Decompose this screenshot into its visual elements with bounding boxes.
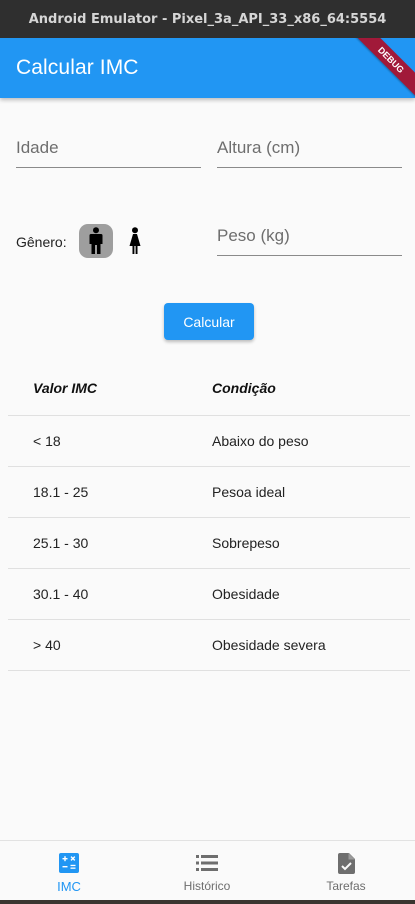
table-cell-valor: 25.1 - 30 — [33, 535, 89, 551]
female-icon — [129, 227, 141, 254]
genero-label: Gênero: — [16, 234, 67, 250]
table-header: Valor IMC Condição — [8, 360, 410, 416]
nav-item-historico[interactable]: Histórico — [138, 841, 276, 900]
header-condicao: Condição — [212, 380, 276, 396]
bottom-navigation: IMC Histórico Tarefas — [0, 840, 415, 900]
idade-input[interactable] — [16, 128, 201, 167]
altura-field[interactable] — [217, 128, 402, 168]
peso-field[interactable] — [217, 216, 402, 256]
table-cell-condicao: Pesoa ideal — [212, 484, 286, 500]
app-bar: Calcular IMC DEBUG — [0, 38, 415, 102]
nav-item-tarefas[interactable]: Tarefas — [277, 841, 415, 900]
header-valor-imc: Valor IMC — [33, 380, 98, 396]
table-cell-condicao: Obesidade severa — [212, 637, 326, 653]
male-gender-button[interactable] — [79, 224, 113, 258]
list-icon — [196, 852, 218, 874]
window-bottom-edge — [0, 900, 415, 904]
imc-table: Valor IMC Condição < 18 Abaixo do peso 1… — [8, 360, 410, 671]
calculator-icon — [59, 852, 79, 874]
table-cell-condicao: Abaixo do peso — [212, 433, 309, 449]
page-title: Calcular IMC — [16, 56, 139, 79]
window-title: Android Emulator - Pixel_3a_API_33_x86_6… — [28, 11, 387, 27]
table-row: 18.1 - 25 Pesoa ideal — [8, 467, 410, 518]
table-row: < 18 Abaixo do peso — [8, 416, 410, 467]
nav-label-historico: Histórico — [183, 879, 231, 893]
peso-input[interactable] — [217, 216, 402, 255]
app-screen: Calcular IMC DEBUG Gênero: Calcular Valo… — [0, 38, 415, 900]
nav-item-imc[interactable]: IMC — [0, 841, 138, 900]
table-cell-condicao: Sobrepeso — [212, 535, 280, 551]
window-titlebar: Android Emulator - Pixel_3a_API_33_x86_6… — [0, 0, 415, 38]
calcular-button[interactable]: Calcular — [164, 303, 254, 340]
nav-label-imc: IMC — [57, 879, 81, 894]
male-icon — [89, 227, 103, 254]
table-cell-valor: 18.1 - 25 — [33, 484, 89, 500]
table-cell-valor: < 18 — [33, 433, 61, 449]
table-row: 25.1 - 30 Sobrepeso — [8, 518, 410, 569]
table-row: > 40 Obesidade severa — [8, 620, 410, 671]
table-cell-condicao: Obesidade — [212, 586, 280, 602]
table-row: 30.1 - 40 Obesidade — [8, 569, 410, 620]
nav-label-tarefas: Tarefas — [326, 879, 366, 893]
task-document-icon — [337, 852, 355, 874]
table-cell-valor: > 40 — [33, 637, 61, 653]
debug-banner: DEBUG — [349, 38, 415, 102]
altura-input[interactable] — [217, 128, 402, 167]
idade-field[interactable] — [16, 128, 201, 168]
table-cell-valor: 30.1 - 40 — [33, 586, 89, 602]
female-gender-button[interactable] — [118, 224, 152, 258]
